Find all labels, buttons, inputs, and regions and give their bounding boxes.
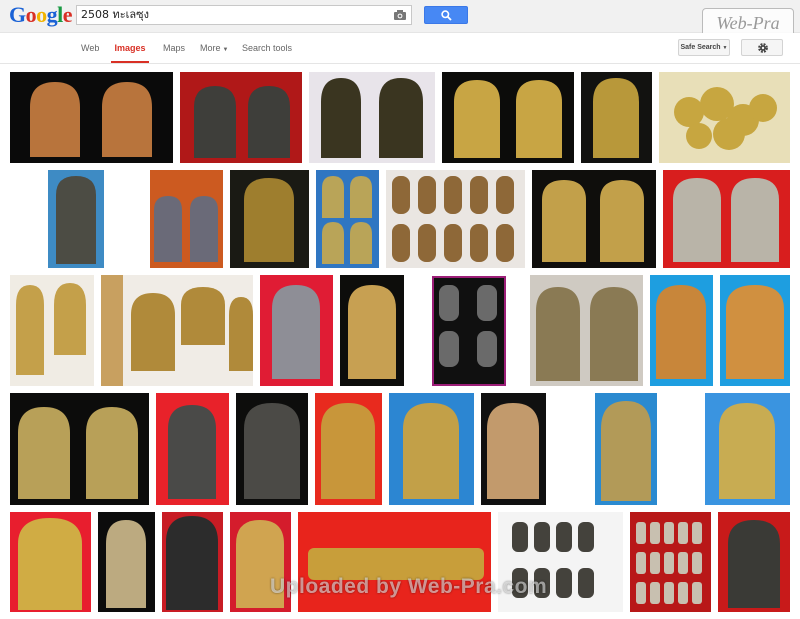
image-result[interactable]: [230, 170, 309, 268]
image-result[interactable]: [530, 275, 643, 386]
image-result[interactable]: [411, 275, 523, 386]
image-result[interactable]: [101, 275, 253, 386]
settings-button[interactable]: [741, 39, 783, 56]
amulet-image: [673, 178, 779, 262]
image-result[interactable]: [98, 512, 155, 612]
image-result[interactable]: [705, 393, 790, 505]
amulet-image: [403, 403, 459, 499]
google-logo[interactable]: Google: [9, 3, 73, 27]
amulet-image: [48, 170, 104, 268]
camera-icon[interactable]: [393, 9, 407, 21]
image-result[interactable]: [553, 393, 698, 505]
amulet-image: [272, 285, 320, 379]
search-box[interactable]: [76, 5, 412, 25]
tab-more[interactable]: More ▼: [200, 33, 228, 63]
amulet-image: [487, 403, 539, 499]
amulet-image: [726, 285, 784, 379]
image-result[interactable]: [532, 170, 656, 268]
image-result[interactable]: [236, 393, 308, 505]
image-result[interactable]: [10, 275, 94, 386]
search-input[interactable]: [81, 6, 381, 24]
image-result[interactable]: [180, 72, 302, 163]
amulet-image: [719, 403, 775, 499]
amulet-image: [595, 393, 657, 505]
search-icon: [441, 10, 452, 21]
image-result[interactable]: [630, 512, 711, 612]
amulet-image: [16, 283, 86, 375]
image-result[interactable]: [663, 170, 790, 268]
caret-down-icon: ▼: [222, 47, 229, 53]
image-result[interactable]: [442, 72, 574, 163]
image-result[interactable]: [10, 72, 173, 163]
tab-search-tools[interactable]: Search tools: [242, 33, 292, 63]
amulet-image: [321, 403, 375, 499]
image-result[interactable]: [162, 512, 223, 612]
image-result[interactable]: [650, 275, 713, 386]
image-result[interactable]: [386, 170, 525, 268]
amulet-image: [322, 176, 372, 264]
amulet-image: [728, 520, 780, 608]
amulet-image: [348, 285, 396, 379]
tab-images[interactable]: Images: [111, 33, 149, 63]
tab-web[interactable]: Web: [81, 33, 99, 63]
amulet-image: [321, 78, 423, 158]
image-result[interactable]: [340, 275, 404, 386]
amulet-image: [244, 178, 294, 262]
image-results-grid: [0, 63, 800, 619]
safe-search-button[interactable]: Safe Search ▼: [678, 39, 730, 56]
image-result[interactable]: [481, 393, 546, 505]
amulet-image: [674, 87, 777, 150]
amulet-image: [101, 275, 253, 386]
amulet-image: [432, 276, 506, 386]
amulet-image: [593, 78, 639, 158]
upload-watermark: Uploaded by Web-Pra.com: [270, 575, 548, 598]
amulet-image: [30, 82, 152, 157]
amulet-image: [536, 287, 638, 381]
image-result[interactable]: [260, 275, 333, 386]
image-result[interactable]: [389, 393, 474, 505]
image-result[interactable]: [10, 393, 149, 505]
amulet-image: [166, 516, 218, 610]
image-result[interactable]: [659, 72, 790, 163]
amulet-image: [392, 176, 514, 262]
top-bar: Google: [0, 0, 800, 33]
amulet-image: [18, 518, 82, 610]
image-result[interactable]: [581, 72, 652, 163]
image-result[interactable]: [720, 275, 790, 386]
gear-icon: [758, 43, 768, 53]
amulet-image: [18, 407, 138, 499]
amulet-image: [656, 285, 706, 379]
amulet-image: [168, 405, 216, 499]
image-result[interactable]: [150, 170, 223, 268]
nav-bar: Web Images Maps More ▼ Search tools Safe …: [0, 33, 800, 64]
amulet-image: [542, 180, 644, 262]
amulet-image: [454, 80, 562, 158]
amulet-image: [636, 522, 702, 604]
amulet-image: [244, 403, 300, 499]
amulet-image: [154, 196, 218, 262]
amulet-image: [194, 86, 290, 158]
image-result[interactable]: [309, 72, 435, 163]
image-result[interactable]: [315, 393, 382, 505]
image-result[interactable]: [10, 170, 143, 268]
image-result[interactable]: [156, 393, 229, 505]
tab-maps[interactable]: Maps: [163, 33, 185, 63]
amulet-image: [106, 520, 146, 608]
image-result[interactable]: [316, 170, 379, 268]
search-button[interactable]: [424, 6, 468, 24]
image-result[interactable]: [718, 512, 790, 612]
image-result[interactable]: [10, 512, 91, 612]
